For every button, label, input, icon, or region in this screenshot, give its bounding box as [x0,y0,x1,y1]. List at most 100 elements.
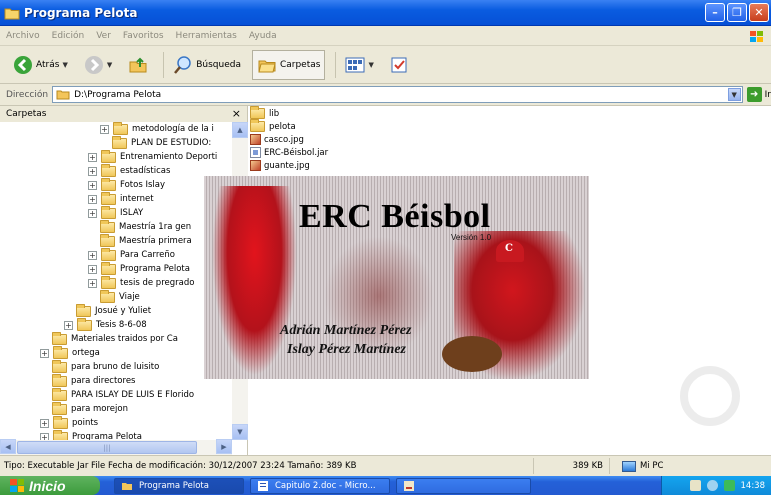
tree-item[interactable]: + ortega [40,345,100,360]
expand-icon[interactable]: + [100,124,109,134]
tree-item[interactable]: + Entrenamiento Deporti [88,149,217,164]
search-button[interactable]: Búsqueda [168,50,246,80]
back-button[interactable]: Atrás ▼ [8,50,73,80]
tree-item[interactable]: PLAN DE ESTUDIO: [112,135,212,150]
expand-icon[interactable]: + [88,264,97,274]
status-location: Mi PC [610,460,664,472]
tree-item[interactable]: + internet [88,191,154,206]
folders-button[interactable]: Carpetas [251,49,326,80]
views-button[interactable]: ▼ [340,50,378,80]
taskbar-item-word[interactable]: Capitulo 2.doc - Micro... [250,477,390,494]
chevron-down-icon[interactable]: ▼ [368,61,373,69]
folder-icon [52,373,67,387]
expand-icon[interactable]: + [88,166,97,176]
tree-item-label: estadísticas [120,166,171,176]
folder-icon [113,122,128,135]
go-label: Ir [764,89,771,100]
tree-item[interactable]: para morejon [52,401,128,416]
scroll-left-icon[interactable]: ◀ [0,439,16,454]
expand-icon[interactable]: + [88,194,97,204]
taskbar-item-java[interactable] [396,477,531,494]
close-button[interactable]: ✕ [749,3,769,22]
start-button[interactable]: Inicio [0,476,100,495]
tree-item[interactable]: + Para Carreño [88,247,175,262]
tree-item[interactable]: + ISLAY [88,205,143,220]
tree-item-label: Materiales traidos por Ca [71,334,178,344]
toolbar: Atrás ▼ ▼ Búsqueda Carpetas ▼ [0,46,771,84]
expand-icon[interactable]: + [64,320,73,330]
horizontal-scrollbar[interactable]: ◀ ||| ▶ [0,439,232,455]
scroll-thumb[interactable]: ||| [17,441,197,454]
expand-icon[interactable]: + [40,418,49,428]
forward-arrow-icon [84,55,103,74]
close-icon[interactable]: × [232,107,241,120]
scroll-up-icon[interactable]: ▲ [232,122,248,138]
tree-item[interactable]: para bruno de luisito [52,359,159,374]
menu-herramientas[interactable]: Herramientas [176,31,237,41]
file-item[interactable]: pelota [250,119,296,133]
tree-item-label: Maestría primera [119,236,192,246]
tree-item[interactable]: PARA ISLAY DE LUIS E Florido [52,387,194,402]
address-input[interactable]: D:\Programa Pelota ▼ [52,86,743,103]
menu-favoritos[interactable]: Favoritos [123,31,164,41]
tree-item[interactable]: + Programa Pelota [40,429,142,440]
folder-icon [52,401,67,415]
menu-ayuda[interactable]: Ayuda [249,31,277,41]
tree-item[interactable]: + Tesis 8-6-08 [64,317,147,332]
tree-item[interactable]: + metodología de la i [100,122,214,136]
tree-item-label: Programa Pelota [72,432,142,440]
scroll-down-icon[interactable]: ▼ [232,424,248,440]
forward-button[interactable]: ▼ [79,50,117,80]
up-folder-button[interactable] [123,50,153,80]
folder-icon [53,415,68,429]
watermark-logo [680,366,740,426]
scroll-right-icon[interactable]: ▶ [216,439,232,454]
menu-bar: Archivo Edición Ver Favoritos Herramient… [0,26,771,46]
tree-item[interactable]: Josué y Yuliet [76,303,151,318]
expand-icon[interactable]: + [40,348,49,358]
file-item[interactable]: ERC-Béisbol.jar [250,146,328,159]
tree-item[interactable]: para directores [52,373,135,388]
chevron-down-icon[interactable]: ▼ [107,61,112,69]
chevron-down-icon[interactable]: ▼ [727,88,741,101]
file-item[interactable]: casco.jpg [250,133,304,146]
minimize-button[interactable]: – [705,3,725,22]
menu-ver[interactable]: Ver [96,31,111,41]
taskbar-item-programa-pelota[interactable]: Programa Pelota [114,477,244,494]
status-location-label: Mi PC [640,461,664,471]
file-item[interactable]: guante.jpg [250,159,310,172]
title-bar: Programa Pelota – ❐ ✕ [0,0,771,26]
folder-icon [122,482,132,490]
tree-item[interactable]: Viaje [100,289,140,304]
network-icon[interactable] [706,480,718,491]
tree-item[interactable]: Maestría primera [100,233,192,248]
tree-item-label: PLAN DE ESTUDIO: [131,138,212,148]
folders-pane-title: Carpetas [6,109,47,119]
expand-icon[interactable]: + [88,180,97,190]
volume-icon[interactable] [723,480,735,491]
expand-icon[interactable]: + [40,432,49,440]
expand-icon[interactable]: + [88,208,97,218]
menu-edicion[interactable]: Edición [52,31,85,41]
expand-icon[interactable]: + [88,152,97,162]
maximize-button[interactable]: ❐ [727,3,747,22]
clock[interactable]: 14:38 [741,481,766,491]
tree-item[interactable]: Maestría 1ra gen [100,219,191,234]
word-document-icon [258,480,268,491]
expand-icon[interactable]: + [88,278,97,288]
tree-item[interactable]: + Programa Pelota [88,261,190,276]
tree-item[interactable]: + Fotos Islay [88,177,165,192]
printer-icon[interactable] [689,480,701,491]
go-button[interactable]: ➜ Ir [746,87,771,102]
menu-archivo[interactable]: Archivo [6,31,40,41]
splash-version: Versión 1.0 [451,233,492,242]
expand-icon[interactable]: + [88,250,97,260]
chevron-down-icon[interactable]: ▼ [62,61,67,69]
go-arrow-icon: ➜ [746,87,762,102]
tree-item-label: Tesis 8-6-08 [96,320,147,330]
tree-item[interactable]: Materiales traidos por Ca [52,331,178,346]
checklist-button[interactable] [385,50,413,80]
tree-item[interactable]: + tesis de pregrado [88,275,194,290]
tree-item[interactable]: + estadísticas [88,163,171,178]
tree-item[interactable]: + points [40,415,98,430]
